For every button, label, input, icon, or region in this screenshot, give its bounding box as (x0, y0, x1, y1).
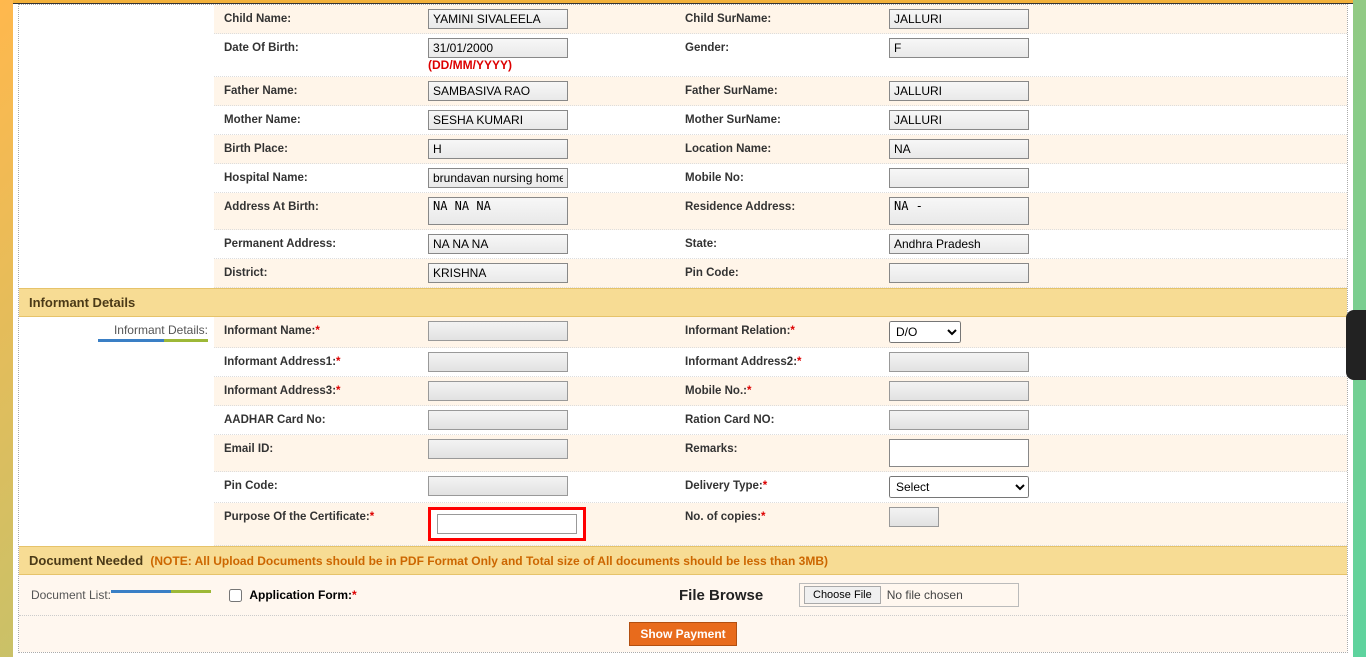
section-informant-details: Informant Details (19, 288, 1347, 317)
side-help-tab[interactable] (1346, 310, 1366, 380)
label-informant-name: Informant Name:* (214, 317, 424, 347)
label-state: State: (675, 230, 885, 258)
input-mother-name[interactable] (428, 110, 568, 130)
label-application-form: Application Form:* (249, 588, 356, 602)
label-aadhar: AADHAR Card No: (214, 406, 424, 434)
purpose-highlight (428, 507, 586, 541)
label-purpose: Purpose Of the Certificate:* (214, 503, 424, 545)
input-informant-mobile[interactable] (889, 381, 1029, 401)
label-father-name: Father Name: (214, 77, 424, 105)
label-dob: Date Of Birth: (214, 34, 424, 76)
input-father-surname[interactable] (889, 81, 1029, 101)
label-district: District: (214, 259, 424, 287)
label-informant-address1: Informant Address1:* (214, 348, 424, 376)
input-state[interactable] (889, 234, 1029, 254)
label-copies: No. of copies:* (675, 503, 885, 545)
label-child-surname: Child SurName: (675, 5, 885, 33)
input-child-name[interactable] (428, 9, 568, 29)
label-mobile-no: Mobile No: (675, 164, 885, 192)
file-input[interactable]: Choose File No file chosen (799, 583, 1019, 607)
input-hospital-name[interactable] (428, 168, 568, 188)
input-informant-pincode[interactable] (428, 476, 568, 496)
label-address-birth: Address At Birth: (214, 193, 424, 229)
input-informant-address1[interactable] (428, 352, 568, 372)
label-child-name: Child Name: (214, 5, 424, 33)
informant-side-label: Informant Details: (19, 317, 214, 546)
document-list-side: Document List: (19, 588, 219, 602)
input-father-name[interactable] (428, 81, 568, 101)
input-informant-address3[interactable] (428, 381, 568, 401)
label-informant-address3: Informant Address3:* (214, 377, 424, 405)
input-location-name[interactable] (889, 139, 1029, 159)
label-informant-pincode: Pin Code: (214, 472, 424, 502)
label-hospital-name: Hospital Name: (214, 164, 424, 192)
label-birth-place: Birth Place: (214, 135, 424, 163)
label-mother-surname: Mother SurName: (675, 106, 885, 134)
input-mother-surname[interactable] (889, 110, 1029, 130)
input-purpose[interactable] (437, 514, 577, 534)
no-file-text: No file chosen (881, 588, 963, 602)
label-informant-address2: Informant Address2:* (675, 348, 885, 376)
input-address-birth[interactable]: NA NA NA (428, 197, 568, 225)
input-aadhar[interactable] (428, 410, 568, 430)
label-pincode: Pin Code: (675, 259, 885, 287)
select-delivery-type[interactable]: Select (889, 476, 1029, 498)
choose-file-button[interactable]: Choose File (804, 586, 881, 604)
select-informant-relation[interactable]: D/O (889, 321, 961, 343)
checkbox-application-form[interactable] (229, 589, 242, 602)
input-birth-place[interactable] (428, 139, 568, 159)
input-informant-name[interactable] (428, 321, 568, 341)
label-gender: Gender: (675, 34, 885, 76)
input-gender[interactable] (889, 38, 1029, 58)
input-dob[interactable] (428, 38, 568, 58)
dob-hint: (DD/MM/YYYY) (428, 58, 512, 72)
label-permanent-address: Permanent Address: (214, 230, 424, 258)
label-informant-relation: Informant Relation:* (675, 317, 885, 347)
label-remarks: Remarks: (675, 435, 885, 471)
label-file-browse: File Browse (679, 587, 799, 604)
input-remarks[interactable] (889, 439, 1029, 467)
label-informant-mobile: Mobile No.:* (675, 377, 885, 405)
show-payment-button[interactable]: Show Payment (629, 622, 736, 646)
input-child-surname[interactable] (889, 9, 1029, 29)
label-father-surname: Father SurName: (675, 77, 885, 105)
label-email: Email ID: (214, 435, 424, 471)
input-mobile-no[interactable] (889, 168, 1029, 188)
label-residence-address: Residence Address: (675, 193, 885, 229)
input-permanent-address[interactable] (428, 234, 568, 254)
label-location-name: Location Name: (675, 135, 885, 163)
input-district[interactable] (428, 263, 568, 283)
input-email[interactable] (428, 439, 568, 459)
input-pincode[interactable] (889, 263, 1029, 283)
section-document-needed: Document Needed (NOTE: All Upload Docume… (19, 546, 1347, 575)
label-mother-name: Mother Name: (214, 106, 424, 134)
input-informant-address2[interactable] (889, 352, 1029, 372)
input-copies[interactable] (889, 507, 939, 527)
label-delivery-type: Delivery Type:* (675, 472, 885, 502)
label-ration: Ration Card NO: (675, 406, 885, 434)
child-details-side (19, 5, 214, 288)
input-residence-address[interactable]: NA - (889, 197, 1029, 225)
input-ration[interactable] (889, 410, 1029, 430)
